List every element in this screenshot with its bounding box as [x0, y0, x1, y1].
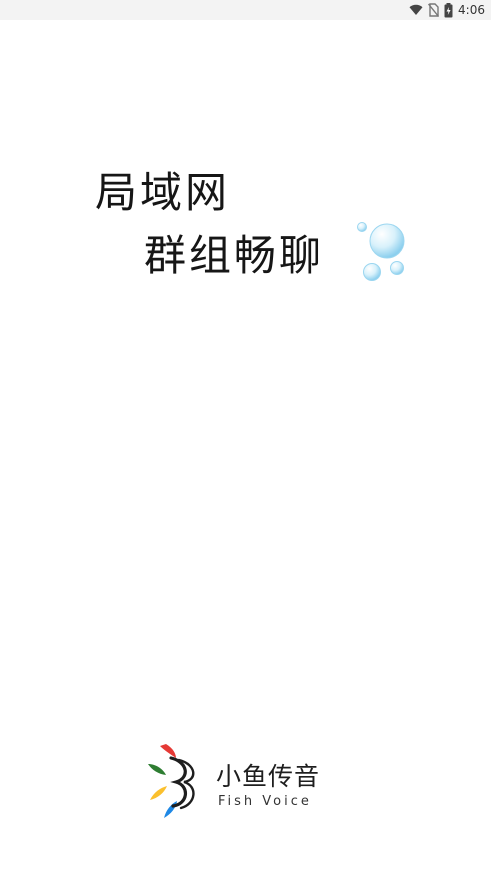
- status-bar: 4:06: [0, 0, 491, 20]
- slogan-line-1: 局域网: [95, 168, 231, 217]
- wifi-icon: [409, 4, 423, 16]
- brand: 小鱼传音 Fish Voice: [146, 742, 336, 820]
- no-sim-icon: [428, 3, 440, 17]
- slogan-line-2: 群组畅聊: [144, 231, 325, 280]
- status-icons: 4:06: [409, 2, 485, 18]
- fish-logo-icon: [146, 742, 206, 820]
- battery-charging-icon: [444, 2, 453, 18]
- brand-name: 小鱼传音: [216, 762, 321, 791]
- status-clock: 4:06: [458, 3, 485, 17]
- bubbles-icon: [352, 218, 412, 288]
- brand-subtitle: Fish Voice: [218, 794, 312, 809]
